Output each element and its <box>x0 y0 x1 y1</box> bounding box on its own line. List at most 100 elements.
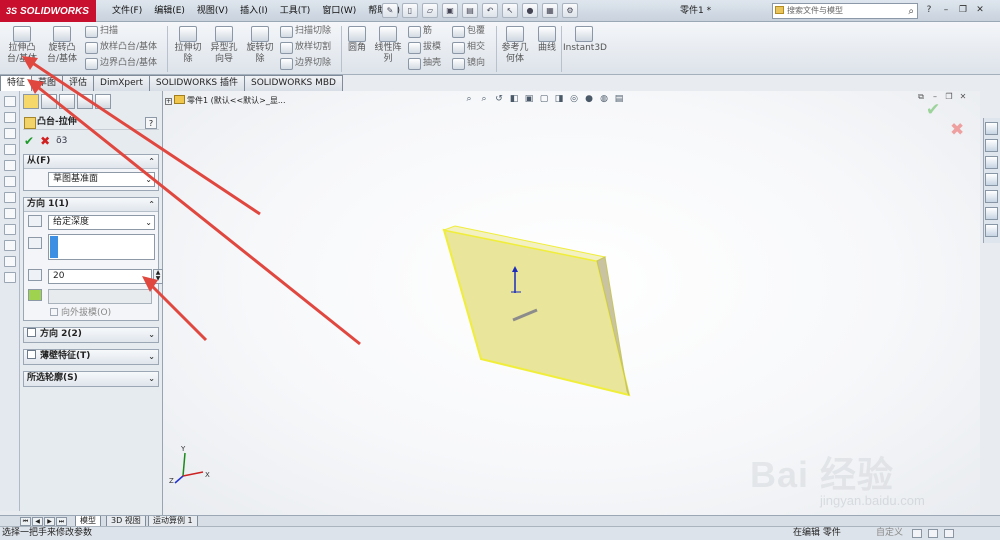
ok-button[interactable]: ✔ <box>24 134 34 148</box>
extrude-cut-button[interactable]: 拉伸切 除 <box>171 26 205 65</box>
fillet-icon[interactable] <box>4 176 16 187</box>
sweep-cut-button[interactable]: 扫描切除 <box>280 24 331 39</box>
tooltip-status-icon[interactable] <box>928 529 938 538</box>
direction1-header[interactable]: 方向 1(1) ⌃ <box>24 198 158 212</box>
depth-spinner[interactable]: ▲ ▼ <box>153 269 163 284</box>
pin-icon[interactable]: ✎ <box>382 3 398 18</box>
collapse-icon[interactable]: ⌃ <box>148 198 155 211</box>
new-document-icon[interactable]: ▯ <box>402 3 418 18</box>
tab-evaluate[interactable]: 评估 <box>62 75 95 91</box>
undo-icon[interactable]: ↶ <box>482 3 498 18</box>
help-button[interactable]: ? <box>145 117 157 129</box>
menu-view[interactable]: 视图(V) <box>191 0 234 22</box>
help-icon[interactable]: ? <box>922 3 936 18</box>
mirror-button[interactable]: 镜向 <box>452 56 485 71</box>
thin-feature-header[interactable]: 薄壁特征(T) ⌄ <box>24 350 158 364</box>
wrap-button[interactable]: 包覆 <box>452 24 485 39</box>
intersect-button[interactable]: 相交 <box>452 40 485 55</box>
resources-icon[interactable] <box>985 139 998 152</box>
reverse-direction-icon[interactable] <box>28 215 42 227</box>
loft-cut-button[interactable]: 放样切割 <box>280 40 331 55</box>
menu-file[interactable]: 文件(F) <box>106 0 148 22</box>
home-icon[interactable] <box>985 122 998 135</box>
expand-icon[interactable]: ⌄ <box>148 350 155 363</box>
print-icon[interactable]: ▤ <box>462 3 478 18</box>
linear-pattern-button[interactable]: 线性阵 列 <box>371 26 405 65</box>
next-tab-icon[interactable]: ▶ <box>44 517 55 526</box>
detailed-preview-icon[interactable]: ὄ3 <box>56 134 67 148</box>
shell-button[interactable]: 抽壳 <box>408 56 441 71</box>
hole-wizard-button[interactable]: 异型孔 向导 <box>206 26 242 65</box>
from-select[interactable]: 草图基准面 ⌄ <box>48 172 155 187</box>
end-condition-select[interactable]: 给定深度 ⌄ <box>48 215 155 230</box>
menu-window[interactable]: 窗口(W) <box>316 0 362 22</box>
select-icon[interactable]: ↖ <box>502 3 518 18</box>
selected-contours-header[interactable]: 所选轮廓(S) ⌄ <box>24 372 158 386</box>
last-tab-icon[interactable]: ⏭ <box>56 517 67 526</box>
display-manager-icon[interactable] <box>95 94 111 109</box>
first-tab-icon[interactable]: ⏮ <box>20 517 31 526</box>
boundary-boss-button[interactable]: 边界凸台/基体 <box>85 56 157 71</box>
sweep-button[interactable]: 扫描 <box>85 24 118 39</box>
minimize-icon[interactable]: – <box>939 3 953 18</box>
draft-toggle-icon[interactable] <box>28 289 42 301</box>
expand-icon[interactable]: ⌄ <box>148 372 155 385</box>
revolve-cut-button[interactable]: 旋转切 除 <box>243 26 277 65</box>
prev-tab-icon[interactable]: ◀ <box>32 517 43 526</box>
fillet-button[interactable]: 圆角 <box>344 26 370 54</box>
tab-mbd[interactable]: SOLIDWORKS MBD <box>244 75 343 91</box>
draft-button[interactable]: 拔模 <box>408 40 441 55</box>
custom-properties-icon[interactable] <box>985 224 998 237</box>
thin-feature-checkbox[interactable] <box>27 350 36 359</box>
rebuild-icon[interactable]: ● <box>522 3 538 18</box>
open-icon[interactable]: ▱ <box>422 3 438 18</box>
view-palette-icon[interactable] <box>985 190 998 203</box>
design-library-icon[interactable] <box>985 156 998 169</box>
direction2-header[interactable]: 方向 2(2) ⌄ <box>24 328 158 342</box>
close-icon[interactable]: ✕ <box>973 3 987 18</box>
expand-icon[interactable]: ⌄ <box>148 328 155 341</box>
appearances-icon[interactable] <box>985 207 998 220</box>
depth-input[interactable]: 20 ▲ ▼ <box>48 269 163 284</box>
shell-icon[interactable] <box>4 240 16 251</box>
cancel-button[interactable]: ✖ <box>40 134 50 148</box>
draft-icon[interactable] <box>4 256 16 267</box>
rebuild-status-icon[interactable] <box>912 529 922 538</box>
direction2-checkbox[interactable] <box>27 328 36 337</box>
rib-button[interactable]: 筋 <box>408 24 432 39</box>
menu-insert[interactable]: 插入(I) <box>234 0 274 22</box>
chamfer-icon[interactable] <box>4 192 16 203</box>
menu-tools[interactable]: 工具(T) <box>274 0 317 22</box>
extrude-boss-button[interactable]: 拉伸凸 台/基体 <box>4 26 40 65</box>
sweep-icon[interactable] <box>4 144 16 155</box>
file-properties-icon[interactable]: ▦ <box>542 3 558 18</box>
menu-edit[interactable]: 编辑(E) <box>148 0 191 22</box>
boundary-cut-button[interactable]: 边界切除 <box>280 56 331 71</box>
boss-extrude-icon[interactable] <box>4 96 16 107</box>
revolve-icon[interactable] <box>4 128 16 139</box>
reference-geometry-button[interactable]: 参考几 何体 <box>499 26 531 65</box>
direction-selection-box[interactable] <box>48 234 155 260</box>
tab-dimxpert[interactable]: DimXpert <box>93 75 150 91</box>
mirror-icon[interactable] <box>4 224 16 235</box>
rib-icon[interactable] <box>4 272 16 283</box>
configuration-manager-icon[interactable] <box>59 94 75 109</box>
search-input[interactable]: 搜索文件与模型 ⌕ <box>772 3 918 19</box>
instant3d-button[interactable]: Instant3D <box>563 26 607 54</box>
save-icon[interactable]: ▣ <box>442 3 458 18</box>
property-manager-icon[interactable] <box>41 94 57 109</box>
curves-button[interactable]: 曲线 <box>533 26 561 54</box>
options-icon[interactable]: ⚙ <box>562 3 578 18</box>
pattern-icon[interactable] <box>4 208 16 219</box>
cut-extrude-icon[interactable] <box>4 112 16 123</box>
from-header[interactable]: 从(F) ⌃ <box>24 155 158 169</box>
search-icon[interactable]: ⌕ <box>908 5 914 19</box>
tab-addins[interactable]: SOLIDWORKS 插件 <box>148 75 245 91</box>
collapse-icon[interactable]: ⌃ <box>148 155 155 168</box>
restore-icon[interactable]: ❐ <box>956 3 970 18</box>
tab-features[interactable]: 特征 <box>0 75 33 91</box>
dimxpert-manager-icon[interactable] <box>77 94 93 109</box>
status-units[interactable]: 自定义 <box>876 527 903 540</box>
file-explorer-icon[interactable] <box>985 173 998 186</box>
solidworks-logo[interactable]: 3S SOLIDWORKS <box>0 0 96 22</box>
